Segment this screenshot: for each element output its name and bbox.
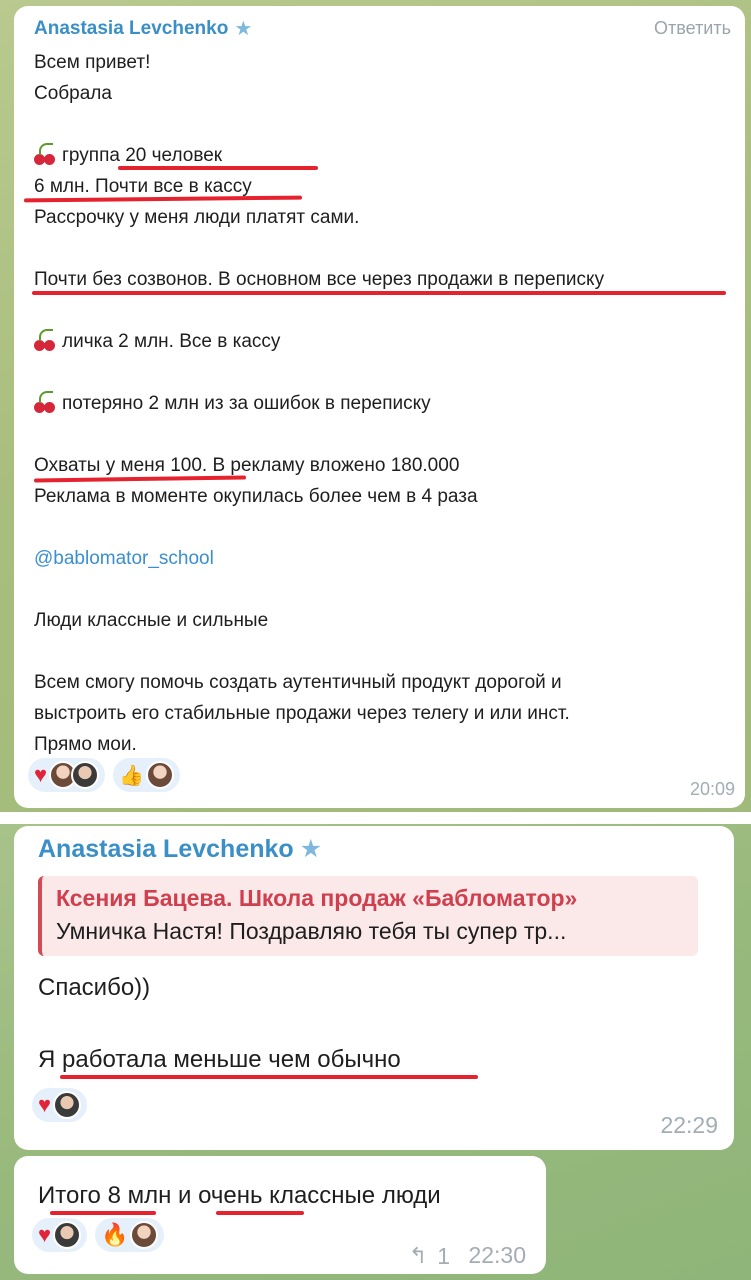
- sender-name-text[interactable]: Anastasia Levchenko: [38, 835, 294, 864]
- reaction-heart[interactable]: ♥: [28, 758, 106, 792]
- reaction-heart[interactable]: ♥: [32, 1088, 88, 1122]
- reaction-fire[interactable]: 🔥: [95, 1218, 165, 1252]
- mention-link[interactable]: @bablomator_school: [34, 543, 727, 574]
- thumbs-up-icon: 👍: [119, 764, 144, 787]
- forward-icon: ↰: [408, 1243, 428, 1268]
- reply-quote[interactable]: Ксения Бацева. Школа продаж «Бабломатор»…: [38, 876, 698, 956]
- reactions-bar: ♥ 👍: [28, 758, 180, 792]
- heart-icon: ♥: [38, 1222, 52, 1247]
- cherry-icon: [34, 391, 56, 413]
- text-line: личка 2 млн. Все в кассу: [34, 326, 727, 357]
- red-underline: [60, 1075, 478, 1079]
- cherry-icon: [34, 143, 56, 165]
- sender-name[interactable]: Anastasia Levchenko ★: [34, 16, 727, 41]
- avatar: [145, 761, 174, 789]
- star-icon: ★: [234, 18, 253, 40]
- text-content: потеряно 2 млн из за ошибок в переписку: [62, 393, 431, 414]
- text-line: Охваты у меня 100. В рекламу вложено 180…: [33, 450, 727, 483]
- avatar: [53, 1091, 82, 1119]
- message-bubble-1[interactable]: Anastasia Levchenko ★ Ответить Всем прив…: [14, 6, 745, 808]
- message-text: Я работала меньше чем обычно: [38, 1042, 716, 1079]
- text-line: Реклама в моменте окупилась более чем в …: [34, 486, 478, 507]
- reply-button[interactable]: Ответить: [654, 18, 731, 39]
- red-underline: [118, 166, 318, 170]
- red-underline: [50, 1211, 156, 1215]
- message-time: 22:29: [660, 1112, 718, 1138]
- text-content: Почти без созвонов. В основном все через…: [34, 269, 605, 290]
- text-line: Почти без созвонов. В основном все через…: [32, 264, 727, 295]
- text-line: Всем привет!: [34, 52, 151, 73]
- avatar: [71, 761, 100, 789]
- message-meta: ↰ 1 22:30: [409, 1242, 526, 1270]
- message-body: Всем привет! Собрала группа 20 человек 6…: [23, 47, 727, 760]
- text-line: группа 20 человек: [34, 140, 727, 171]
- chat-background-bottom: Anastasia Levchenko ★ Ксения Бацева. Шко…: [0, 824, 751, 1280]
- avatar: [53, 1221, 82, 1249]
- red-underline: [32, 291, 726, 295]
- text-content: 6 млн. Почти все в кассу: [34, 176, 252, 197]
- text-line: Рассрочку у меня люди платят сами.: [34, 207, 360, 228]
- text-content: группа 20 человек: [62, 145, 223, 166]
- forward-count: 1: [437, 1242, 451, 1269]
- heart-icon: ♥: [34, 762, 48, 787]
- reactions-bar: ♥ 🔥: [32, 1218, 165, 1252]
- forwards-counter[interactable]: ↰ 1: [409, 1243, 450, 1270]
- reaction-heart[interactable]: ♥: [32, 1218, 88, 1252]
- reaction-thumbs-up[interactable]: 👍: [113, 758, 180, 792]
- avatar: [130, 1221, 159, 1249]
- message-bubble-3[interactable]: Итого 8 млн и очень классные люди ♥ 🔥 ↰ …: [14, 1156, 546, 1274]
- sender-name[interactable]: Anastasia Levchenko ★: [38, 834, 716, 864]
- text-line: Всем смогу помочь создать аутентичный пр…: [34, 672, 562, 693]
- text-line: Прямо мои.: [34, 734, 137, 755]
- text-line: выстроить его стабильные продажи через т…: [34, 703, 570, 724]
- cherry-icon: [34, 329, 56, 351]
- message-bubble-2[interactable]: Anastasia Levchenko ★ Ксения Бацева. Шко…: [14, 826, 734, 1150]
- message-time: 20:09: [689, 779, 735, 799]
- sender-name-text[interactable]: Anastasia Levchenko: [34, 18, 228, 40]
- text-content: Охваты у меня 100. В рекламу вложено 180…: [34, 455, 460, 476]
- chat-background-top: Anastasia Levchenko ★ Ответить Всем прив…: [0, 0, 751, 812]
- text-content: Я работала меньше чем обычно: [38, 1046, 401, 1073]
- red-underline: [216, 1211, 304, 1215]
- text-line: потеряно 2 млн из за ошибок в переписку: [34, 388, 727, 419]
- text-line: Собрала: [34, 83, 112, 104]
- message-time: 22:30: [468, 1242, 526, 1268]
- message-text: Итого 8 млн и очень классные люди: [38, 1178, 528, 1215]
- star-icon: ★: [299, 835, 323, 863]
- text-content: личка 2 млн. Все в кассу: [62, 331, 281, 352]
- text-line: 6 млн. Почти все в кассу: [23, 171, 727, 203]
- text-line: Люди классные и сильные: [34, 610, 269, 631]
- quote-text: Умничка Настя! Поздравляю тебя ты супер …: [56, 918, 567, 944]
- text-content: Итого 8 млн и очень классные люди: [38, 1182, 441, 1209]
- quote-author: Ксения Бацева. Школа продаж «Бабломатор»: [56, 885, 578, 911]
- message-text: Спасибо)): [38, 974, 151, 1001]
- reactions-bar: ♥: [32, 1088, 88, 1122]
- fire-icon: 🔥: [101, 1222, 129, 1247]
- heart-icon: ♥: [38, 1092, 52, 1117]
